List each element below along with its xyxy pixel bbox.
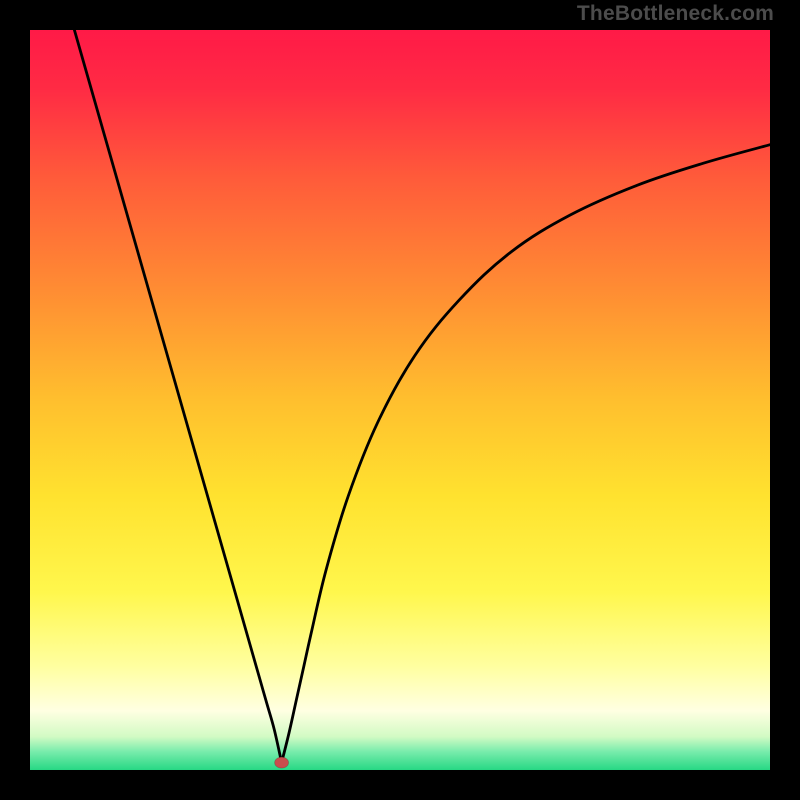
plot-area bbox=[30, 30, 770, 770]
chart-background-gradient bbox=[30, 30, 770, 770]
minimum-marker bbox=[275, 757, 289, 768]
bottleneck-chart bbox=[30, 30, 770, 770]
outer-black-frame: TheBottleneck.com bbox=[0, 0, 800, 800]
watermark-text: TheBottleneck.com bbox=[577, 2, 774, 26]
